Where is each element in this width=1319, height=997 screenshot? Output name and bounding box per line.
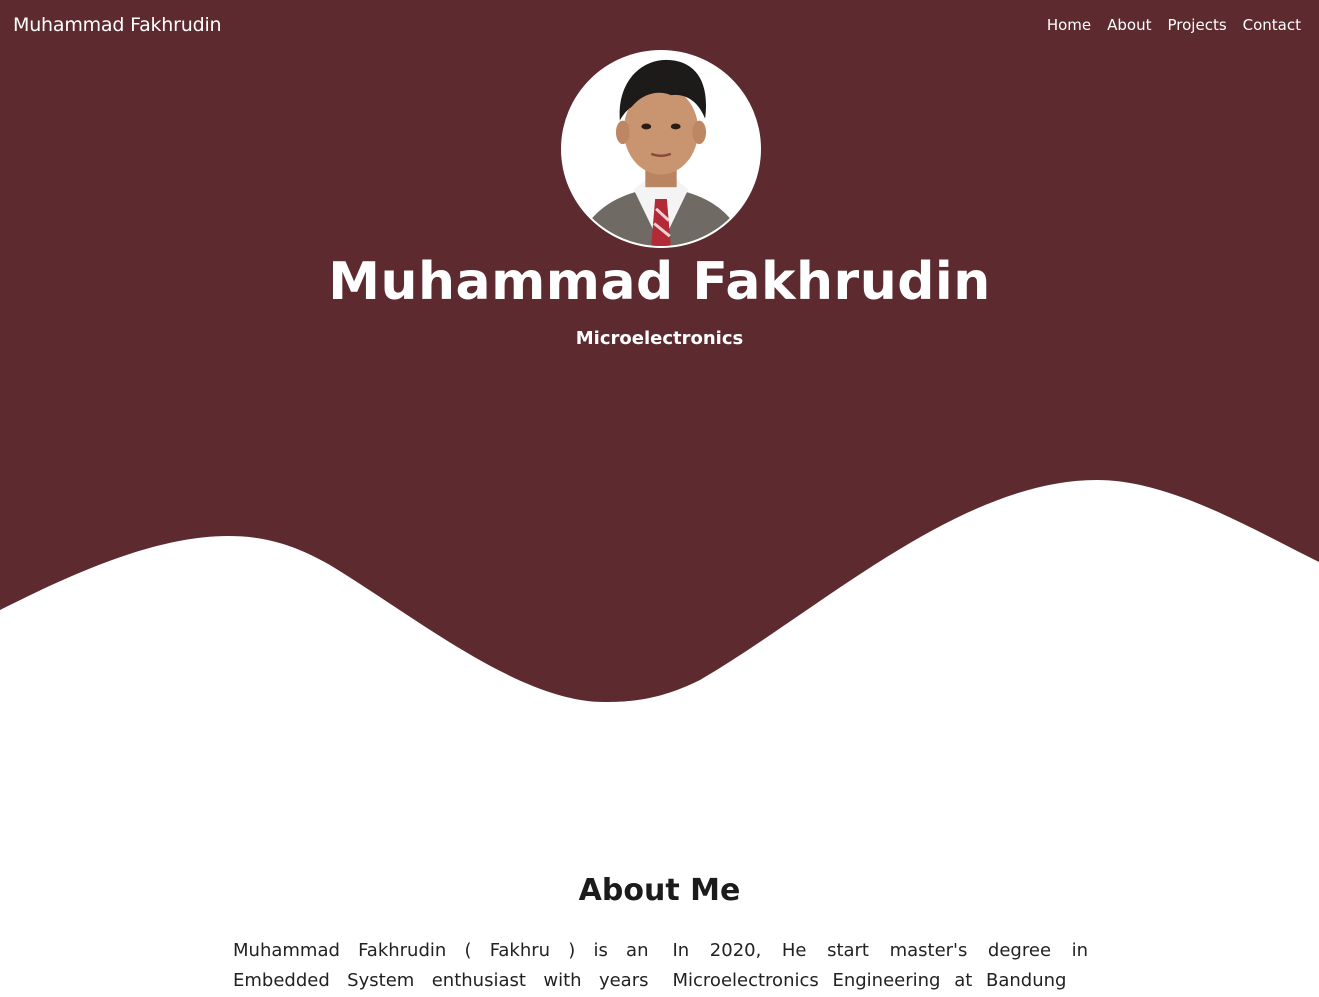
- nav-projects-link[interactable]: Projects: [1168, 16, 1227, 34]
- hero-subtitle: Microelectronics: [575, 328, 744, 349]
- about-body: Muhammad Fakhrudin ( Fakhru ) is an Embe…: [233, 936, 1088, 997]
- brand-link[interactable]: Muhammad Fakhrudin: [13, 14, 222, 36]
- nav-home-link[interactable]: Home: [1047, 16, 1091, 34]
- hero-name: Muhammad Fakhrudin: [328, 252, 991, 312]
- hero-section: Muhammad Fakhrudin Microelectronics: [0, 50, 1319, 710]
- nav-about-link[interactable]: About: [1107, 16, 1151, 34]
- profile-photo-icon: [563, 52, 759, 246]
- profile-avatar: [561, 50, 761, 248]
- navbar: Muhammad Fakhrudin Home About Projects C…: [0, 0, 1319, 50]
- nav-contact-link[interactable]: Contact: [1243, 16, 1301, 34]
- about-title: About Me: [578, 873, 741, 908]
- nav-links: Home About Projects Contact: [1047, 16, 1301, 34]
- about-paragraph: In 2020, He start master's degree in Mic…: [672, 940, 1089, 991]
- about-paragraph: Muhammad Fakhrudin ( Fakhru ) is an Embe…: [233, 940, 649, 991]
